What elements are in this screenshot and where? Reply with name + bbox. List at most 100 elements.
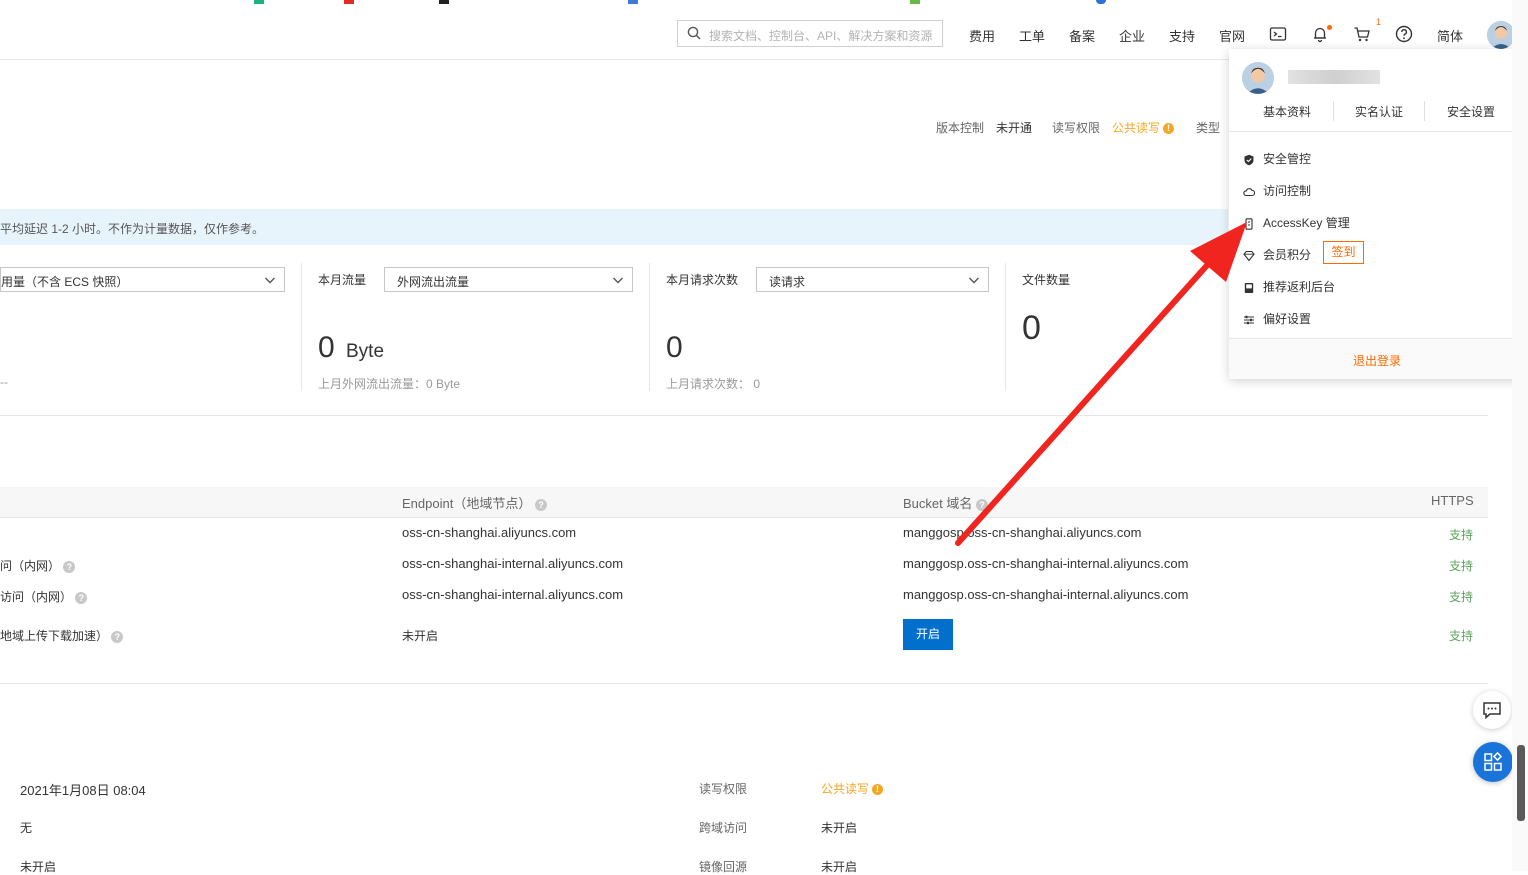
- language-switch[interactable]: 简体: [1437, 26, 1463, 45]
- traffic-value: 0: [318, 331, 335, 364]
- search-input[interactable]: 搜索文档、控制台、API、解决方案和资源: [677, 20, 943, 47]
- nav-icp[interactable]: 备案: [1069, 26, 1095, 45]
- avatar-icon: [1242, 62, 1274, 94]
- nav-billing[interactable]: 费用: [969, 26, 995, 45]
- apps-button[interactable]: [1473, 742, 1513, 782]
- bookmark-favicon[interactable]: [1096, 0, 1106, 4]
- row-name: 访问（内网） ?: [0, 588, 88, 605]
- dropdown-divider: [1229, 131, 1528, 132]
- domain-cell[interactable]: manggosp.oss-cn-shanghai.aliyuncs.com: [903, 525, 1141, 540]
- menu-label: 推荐返利后台: [1263, 280, 1336, 294]
- enable-acceleration-button[interactable]: 开启: [903, 619, 953, 650]
- select-value: 用量（不含 ECS 快照）: [1, 275, 129, 289]
- version-control-value: 未开通: [996, 121, 1033, 135]
- type-label: 类型: [1196, 121, 1221, 135]
- bookmark-favicon[interactable]: [628, 0, 638, 4]
- tab-real-name[interactable]: 实名认证: [1355, 103, 1403, 120]
- scrollbar-thumb[interactable]: [1517, 745, 1525, 821]
- terminal-icon[interactable]: [1269, 25, 1287, 43]
- menu-member-points[interactable]: 会员积分: [1243, 246, 1311, 263]
- created-time: 2021年1月08日 08:04: [20, 783, 146, 798]
- row-name-text: 访问（内网）: [0, 590, 73, 604]
- requests-label: 本月请求次数: [666, 273, 739, 287]
- chat-button[interactable]: [1473, 691, 1511, 729]
- search-icon: [687, 26, 701, 40]
- tab-separator: [1333, 101, 1334, 121]
- row-name-text: 问（内网）: [0, 559, 61, 573]
- nav-support[interactable]: 支持: [1169, 26, 1195, 45]
- menu-referral[interactable]: 推荐返利后台: [1243, 278, 1335, 295]
- endpoint-header-text: Endpoint（地域节点）: [402, 496, 532, 511]
- requests-metric-select[interactable]: 读请求: [756, 267, 989, 292]
- apps-grid-icon: [1484, 751, 1503, 771]
- diamond-icon: [1243, 250, 1255, 262]
- https-cell: 支持: [1449, 559, 1474, 573]
- menu-accesskey[interactable]: AccessKey 管理: [1243, 214, 1350, 231]
- files-label: 文件数量: [1022, 273, 1071, 287]
- menu-preferences[interactable]: 偏好设置: [1243, 310, 1311, 327]
- help-icon[interactable]: ?: [111, 630, 124, 643]
- select-value: 读请求: [769, 275, 806, 289]
- sliders-icon: [1244, 315, 1254, 325]
- help-icon[interactable]: ?: [63, 560, 76, 573]
- bookmark-favicon[interactable]: [439, 0, 449, 4]
- cart-badge: 1: [1376, 17, 1382, 27]
- traffic-last-month: 上月外网流出流量：0 Byte: [318, 377, 461, 391]
- https-header: HTTPS: [1431, 493, 1474, 508]
- info-value: 未开启: [20, 860, 57, 874]
- mirror-label: 镜像回源: [699, 860, 748, 874]
- chevron-down-icon: [265, 277, 275, 284]
- https-cell: 支持: [1449, 590, 1474, 604]
- help-icon[interactable]: ?: [75, 591, 88, 604]
- traffic-metric-select[interactable]: 外网流出流量: [384, 267, 633, 292]
- section-divider: [0, 415, 1488, 416]
- menu-label: 会员积分: [1263, 248, 1312, 262]
- domain-cell[interactable]: manggosp.oss-cn-shanghai-internal.aliyun…: [903, 587, 1188, 602]
- acl-label: 读写权限: [1052, 121, 1101, 135]
- requests-value: 0: [666, 331, 683, 364]
- tab-security-settings[interactable]: 安全设置: [1447, 103, 1495, 120]
- checkin-button[interactable]: 签到: [1323, 241, 1364, 264]
- section-divider: [0, 683, 1488, 684]
- mirror-value: 未开启: [821, 860, 858, 874]
- domain-header: Bucket 域名 ?: [903, 493, 988, 512]
- dropdown-avatar: [1242, 62, 1274, 94]
- help-icon[interactable]: ?: [534, 498, 547, 511]
- bookmark-favicon[interactable]: [254, 0, 264, 4]
- help-icon[interactable]: ?: [975, 498, 988, 511]
- book-icon: [1244, 282, 1254, 293]
- stat-divider: [649, 263, 650, 391]
- menu-security-control[interactable]: 安全管控: [1243, 150, 1311, 167]
- avatar-icon: [1487, 21, 1515, 49]
- tab-separator: [1424, 101, 1425, 121]
- nav-tickets[interactable]: 工单: [1019, 26, 1045, 45]
- stat-divider: [1005, 263, 1006, 391]
- chevron-down-icon: [969, 277, 979, 284]
- storage-metric-select[interactable]: 用量（不含 ECS 快照）: [0, 267, 285, 292]
- select-value: 外网流出流量: [397, 275, 470, 289]
- acl-info-label: 读写权限: [699, 782, 748, 796]
- key-icon: [1245, 218, 1253, 230]
- storage-sub: --: [0, 375, 8, 389]
- chat-icon: [1483, 702, 1501, 720]
- bookmark-favicon[interactable]: [344, 0, 354, 4]
- nav-website[interactable]: 官网: [1219, 26, 1245, 45]
- bookmark-favicon[interactable]: [910, 0, 920, 4]
- warning-icon: !: [1163, 123, 1175, 135]
- help-icon[interactable]: [1395, 25, 1413, 43]
- nav-enterprise[interactable]: 企业: [1119, 26, 1145, 45]
- menu-access-control[interactable]: 访问控制: [1243, 182, 1311, 199]
- logout-link[interactable]: 退出登录: [1353, 352, 1401, 369]
- scrollbar-track[interactable]: [1512, 0, 1528, 871]
- menu-label: 安全管控: [1263, 152, 1312, 166]
- chevron-down-icon: [613, 277, 623, 284]
- endpoint-cell: oss-cn-shanghai-internal.aliyuncs.com: [402, 587, 624, 602]
- menu-label: 偏好设置: [1263, 312, 1312, 326]
- user-avatar[interactable]: [1487, 21, 1515, 49]
- tab-basic-info[interactable]: 基本资料: [1263, 103, 1311, 120]
- cart-icon[interactable]: [1353, 25, 1371, 43]
- endpoint-cell: oss-cn-shanghai.aliyuncs.com: [402, 525, 577, 540]
- domain-cell[interactable]: manggosp.oss-cn-shanghai-internal.aliyun…: [903, 556, 1188, 571]
- search-placeholder: 搜索文档、控制台、API、解决方案和资源: [709, 29, 933, 43]
- files-value: 0: [1022, 309, 1041, 347]
